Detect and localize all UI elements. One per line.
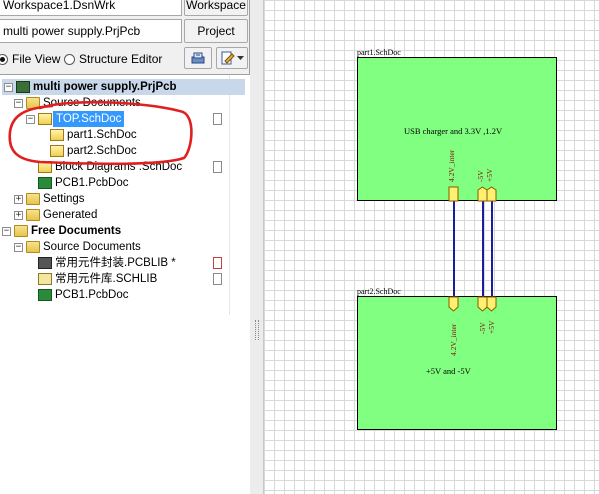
tree-item-part1[interactable]: part1.SchDoc [0, 127, 246, 143]
schematic-canvas[interactable]: part1.SchDoc USB charger and 3.3V ,1.2V … [264, 0, 599, 494]
schematic-library-icon [38, 273, 52, 285]
tree-item-pcblib[interactable]: 常用元件封装.PCBLIB * [0, 255, 246, 271]
project-field-text: multi power supply.PrjPcb [3, 24, 141, 38]
structure-editor-label: Structure Editor [79, 52, 163, 66]
tree-label: part1.SchDoc [67, 129, 137, 141]
workspace-button[interactable]: Workspace [184, 0, 248, 16]
tree-label: Source Documents [43, 241, 141, 253]
port-label-4v2-inter-bottom: 4.2V_inter [449, 323, 458, 356]
collapse-icon[interactable]: − [2, 227, 11, 236]
wire-plus5v[interactable] [491, 200, 493, 297]
wire-minus5v[interactable] [482, 200, 484, 297]
sheet-entry-plus5v-bottom[interactable] [485, 296, 499, 312]
tree-label: PCB1.PcbDoc [55, 177, 129, 189]
schematic-doc-icon [50, 145, 64, 157]
expand-icon[interactable]: + [14, 195, 23, 204]
folder-icon [26, 97, 40, 109]
pcb-doc-icon [38, 177, 52, 189]
project-options-button[interactable] [216, 47, 248, 69]
tree-item-source-documents[interactable]: − Source Documents [0, 95, 246, 111]
tree-item-pcb1[interactable]: PCB1.PcbDoc [0, 175, 246, 191]
document-status-icon [213, 161, 222, 173]
folder-icon [14, 225, 28, 237]
schematic-doc-icon [50, 129, 64, 141]
wire-4v2-inter[interactable] [453, 200, 455, 297]
tree-label: Block Diagrams .SchDoc [55, 161, 183, 173]
projects-panel: Workspace1.DsnWrk Workspace multi power … [0, 0, 250, 494]
expand-icon[interactable]: + [14, 211, 23, 220]
sheet-symbol-part2[interactable]: +5V and -5V [357, 296, 557, 430]
panel-splitter[interactable] [250, 0, 264, 494]
port-label-minus5v-bottom: -5V [478, 322, 487, 334]
sheet1-description: USB charger and 3.3V ,1.2V [404, 126, 503, 136]
workspace-button-label: Workspace [186, 0, 246, 12]
collapse-icon[interactable]: − [4, 83, 13, 92]
tree-item-project[interactable]: − multi power supply.PrjPcb [2, 79, 245, 95]
tree-label: Settings [43, 193, 85, 205]
tree-label: Source Documents [43, 97, 141, 109]
document-status-icon [213, 113, 222, 125]
tree-item-free-documents[interactable]: − Free Documents [0, 223, 246, 239]
port-label-minus5v-top: -5V [476, 170, 485, 182]
project-field[interactable]: multi power supply.PrjPcb [0, 19, 182, 43]
compile-button[interactable] [184, 47, 212, 69]
tree-label: part2.SchDoc [67, 145, 137, 157]
sheet1-label: part1.SchDoc [357, 48, 401, 57]
project-icon [16, 81, 30, 93]
port-label-plus5v-bottom: +5V [487, 320, 496, 334]
tree-label: Generated [43, 209, 98, 221]
radio-unselected-icon [64, 53, 75, 65]
project-button-label: Project [197, 24, 235, 38]
file-view-label: File View [12, 52, 61, 66]
collapse-icon[interactable]: − [14, 99, 23, 108]
workspace-field-text: Workspace1.DsnWrk [3, 0, 116, 12]
tree-item-settings[interactable]: + Settings [0, 191, 246, 207]
radio-selected-icon [0, 53, 8, 65]
tree-label: multi power supply.PrjPcb [33, 81, 177, 93]
sheet-symbol-part1[interactable]: USB charger and 3.3V ,1.2V [357, 57, 557, 201]
collapse-icon[interactable]: − [26, 115, 35, 124]
tree-item-part2[interactable]: part2.SchDoc [0, 143, 246, 159]
document-edit-icon [221, 51, 235, 65]
schematic-doc-icon [38, 113, 52, 125]
tree-label: 常用元件库.SCHLIB [55, 273, 158, 285]
folder-icon [26, 193, 40, 205]
tree-label: 常用元件封装.PCBLIB * [55, 257, 176, 269]
collapse-icon[interactable]: − [14, 243, 23, 252]
port-label-plus5v-top: +5V [485, 168, 494, 182]
structure-editor-radio[interactable]: Structure Editor [64, 52, 162, 66]
folder-icon [26, 241, 40, 253]
compile-icon [191, 52, 205, 64]
tree-label: TOP.SchDoc [53, 111, 125, 127]
sheet2-description: +5V and -5V [426, 366, 471, 376]
tree-label: Free Documents [31, 225, 122, 237]
tree-item-free-pcb1[interactable]: PCB1.PcbDoc [0, 287, 246, 303]
port-label-4v2-inter-top: 4.2V_inter [447, 149, 456, 182]
schematic-doc-icon [38, 161, 52, 173]
sheet-entry-4v2-inter-bottom[interactable] [447, 296, 461, 312]
folder-icon [26, 209, 40, 221]
pcb-doc-icon [38, 289, 52, 301]
pcb-library-icon [38, 257, 52, 269]
document-status-icon [213, 273, 222, 285]
file-view-radio[interactable]: File View [0, 52, 60, 66]
view-options-bar: File View Structure Editor [0, 45, 250, 71]
chevron-down-icon [236, 56, 244, 60]
tree-item-block-diagrams[interactable]: Block Diagrams .SchDoc [0, 159, 246, 175]
sheet-entry-plus5v-top[interactable] [485, 186, 499, 202]
tree-item-schlib[interactable]: 常用元件库.SCHLIB [0, 271, 246, 287]
tree-item-free-source-documents[interactable]: − Source Documents [0, 239, 246, 255]
splitter-grip-icon[interactable] [255, 320, 259, 340]
sheet2-label: part2.SchDoc [357, 287, 401, 296]
sheet-entry-4v2-inter-top[interactable] [447, 186, 461, 202]
tree-item-generated[interactable]: + Generated [0, 207, 246, 223]
modified-document-icon [213, 257, 222, 269]
tree-label: PCB1.PcbDoc [55, 289, 129, 301]
project-tree: − multi power supply.PrjPcb − Source Doc… [0, 74, 250, 494]
project-button[interactable]: Project [184, 19, 248, 43]
workspace-field[interactable]: Workspace1.DsnWrk [0, 0, 182, 16]
tree-item-top-schdoc[interactable]: − TOP.SchDoc [0, 111, 246, 127]
